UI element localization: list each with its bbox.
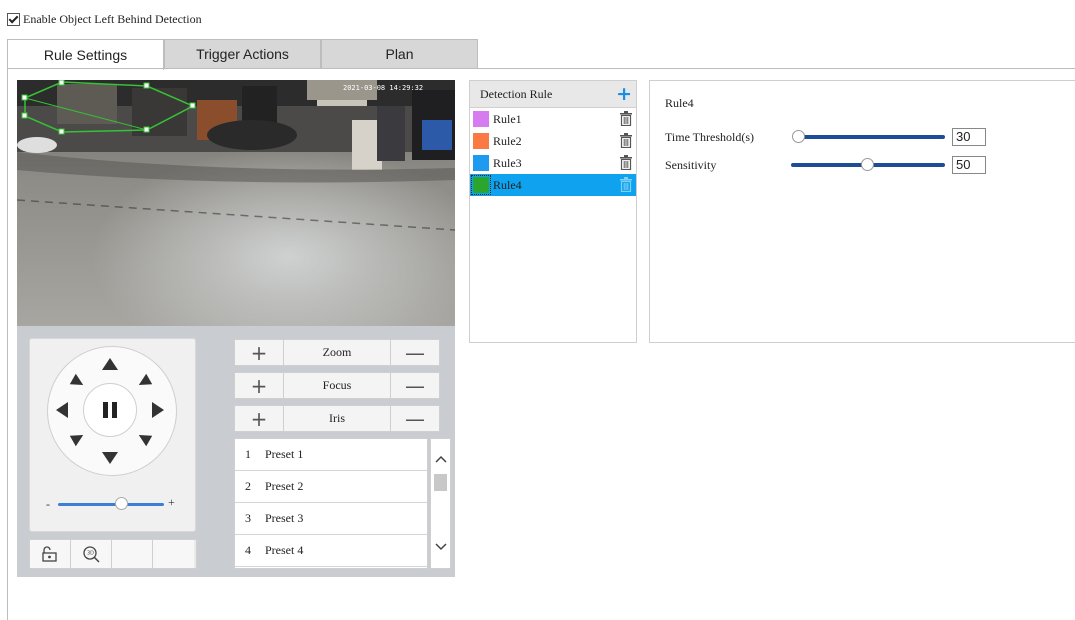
rule-color-swatch [471,175,491,195]
speed-minus-label: - [46,497,50,511]
time-threshold-slider-handle[interactable] [792,130,805,143]
rule-item-4[interactable]: Rule4 [470,174,636,196]
sensitivity-label: Sensitivity [665,158,717,172]
focus-control: + Focus — [234,372,440,399]
rule-item-1[interactable]: Rule1 [470,108,636,130]
rule-color-swatch [473,111,489,127]
detection-rule-header: Detection Rule + [470,81,636,108]
pan-right-button[interactable] [152,402,164,418]
rule-name: Rule4 [493,177,522,192]
list-item[interactable]: 3 Preset 3 [235,503,427,535]
tab-rule-settings[interactable]: Rule Settings [7,39,164,70]
preset-number: 1 [245,447,251,461]
trash-icon[interactable] [620,155,632,170]
iris-open-button[interactable]: + [235,406,283,431]
rule-name: Rule1 [493,111,522,126]
list-item[interactable]: 2 Preset 2 [235,471,427,503]
zoom-in-button[interactable]: + [235,340,283,365]
speed-plus-label: + [168,495,175,509]
list-item[interactable]: 4 Preset 4 [235,535,427,567]
chevron-up-icon[interactable] [431,449,450,469]
tab-bar: Rule Settings Trigger Actions Plan [7,39,478,70]
preset-list: 1 Preset 1 2 Preset 2 3 Preset 3 4 Prese… [234,438,428,569]
rule-name: Rule2 [493,133,522,148]
ptz-tool-bar: 3D [29,539,197,569]
pan-up-button[interactable] [102,358,118,370]
pan-down-button[interactable] [102,452,118,464]
rule-color-swatch [473,155,489,171]
enable-detection-checkbox[interactable] [7,12,20,26]
iris-label: Iris [283,406,391,431]
time-threshold-label: Time Threshold(s) [665,130,755,144]
trash-icon[interactable] [620,111,632,126]
zoom-out-button[interactable]: — [391,340,439,365]
sensitivity-slider-handle[interactable] [861,158,874,171]
preset-name: Preset 1 [265,447,304,461]
video-timestamp: 2021-03-08 14:29:32 [343,84,423,92]
preset-scrollbar[interactable] [430,438,451,569]
tool-slot-empty[interactable] [112,540,153,568]
rule-settings-panel: Rule4 Time Threshold(s) 30 Sensitivity 5… [649,80,1075,343]
scrollbar-thumb[interactable] [434,474,447,491]
enable-detection-row[interactable]: Enable Object Left Behind Detection [7,11,202,27]
rule-title: Rule4 [665,96,694,110]
preset-number: 3 [245,511,251,525]
tab-divider [7,68,1075,69]
svg-text:3D: 3D [87,551,94,557]
pan-left-button[interactable] [56,402,68,418]
pause-icon [103,402,108,418]
zoom-3d-button[interactable]: 3D [71,540,112,568]
preset-number: 4 [245,543,251,557]
preset-name: Preset 2 [265,479,304,493]
time-threshold-input[interactable]: 30 [952,128,986,146]
sensitivity-input[interactable]: 50 [952,156,986,174]
iris-close-button[interactable]: — [391,406,439,431]
zoom-label: Zoom [283,340,391,365]
tool-slot-empty[interactable] [153,540,194,568]
ptz-speed-slider[interactable] [58,503,164,506]
list-item[interactable]: 1 Preset 1 [235,439,427,471]
rule-item-2[interactable]: Rule2 [470,130,636,152]
trash-icon[interactable] [620,177,632,192]
zoom-3d-icon: 3D [83,546,100,563]
focus-out-button[interactable]: — [391,373,439,398]
live-video[interactable]: 2021-03-08 14:29:32 [17,80,455,326]
lock-icon [42,546,57,562]
preset-name: Preset 4 [265,543,304,557]
rule-item-3[interactable]: Rule3 [470,152,636,174]
ptz-speed-slider-handle[interactable] [115,497,128,510]
detection-rule-panel: Detection Rule + Rule1 Rule2 Rule3 Rule4 [469,80,637,343]
trash-icon[interactable] [620,133,632,148]
detection-rule-title: Detection Rule [480,86,553,101]
iris-control: + Iris — [234,405,440,432]
content-border [7,68,8,620]
plus-icon[interactable]: + [616,83,632,105]
enable-detection-label: Enable Object Left Behind Detection [23,11,202,26]
camera-frame-image: 2021-03-08 14:29:32 [17,80,455,326]
rule-color-swatch [473,133,489,149]
pause-button[interactable] [83,383,137,437]
rule-name: Rule3 [493,155,522,170]
lock-button[interactable] [30,540,71,568]
chevron-down-icon[interactable] [431,537,450,557]
preset-number: 2 [245,479,251,493]
focus-label: Focus [283,373,391,398]
zoom-control: + Zoom — [234,339,440,366]
tab-plan[interactable]: Plan [321,39,478,68]
preset-name: Preset 3 [265,511,304,525]
time-threshold-slider[interactable] [793,135,945,139]
pause-icon-bar [112,402,117,418]
focus-in-button[interactable]: + [235,373,283,398]
tab-trigger-actions[interactable]: Trigger Actions [164,39,321,68]
